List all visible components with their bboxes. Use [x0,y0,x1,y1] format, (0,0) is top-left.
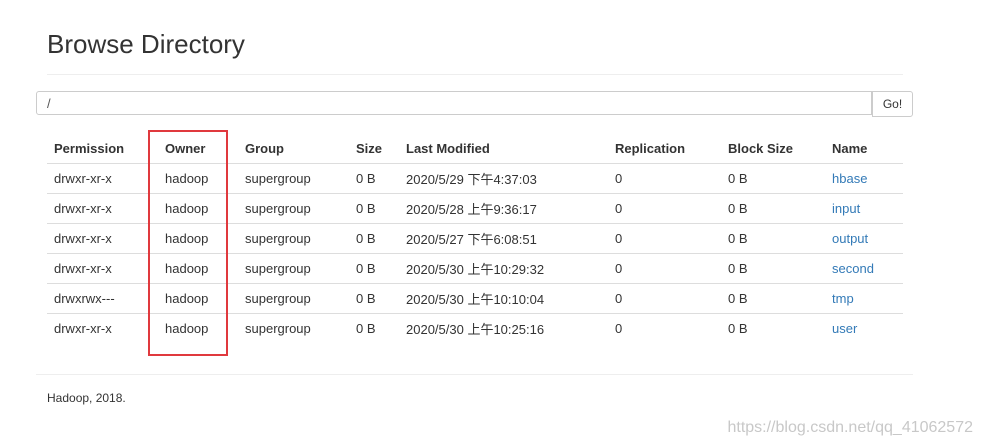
header-permission[interactable]: Permission [47,134,158,164]
cell-name: tmp [825,283,903,314]
directory-link-input[interactable]: input [832,201,860,216]
cell-permission: drwxr-xr-x [47,253,158,284]
cell-last-modified: 2020/5/30 上午10:29:32 [399,253,608,284]
table-row: drwxr-xr-x hadoop supergroup 0 B 2020/5/… [47,223,903,254]
cell-size: 0 B [349,253,399,284]
cell-last-modified: 2020/5/30 上午10:25:16 [406,322,545,337]
cell-group: supergroup [238,163,349,194]
cell-group: supergroup [238,253,349,284]
cell-size: 0 B [349,163,399,194]
cell-block-size: 0 B [721,253,825,284]
cell-replication: 0 [608,223,721,254]
table-row: drwxr-xr-x hadoop supergroup 0 B 2020/5/… [47,163,903,194]
cell-name: input [825,193,903,224]
directory-link-second[interactable]: second [832,261,874,276]
cell-block-size: 0 B [728,321,748,336]
header-block-size[interactable]: Block Size [721,134,825,164]
cell-owner: hadoop [158,223,238,254]
cell-size: 0 B [349,223,399,254]
table-header-row: Permission Owner Group Size Last Modifie… [47,134,903,164]
cell-owner: hadoop [158,163,238,194]
cell-permission: drwxr-xr-x [47,193,158,224]
cell-permission: drwxr-xr-x [47,223,158,254]
directory-link-tmp[interactable]: tmp [832,291,854,306]
cell-group: supergroup [238,223,349,254]
cell-owner: hadoop [158,283,238,314]
cell-group: supergroup [238,193,349,224]
table-row: drwxr-xr-x hadoop supergroup 0 B 2020/5/… [47,314,903,344]
cell-permission: drwxrwx--- [47,283,158,314]
cell-replication: 0 [608,163,721,194]
cell-replication: 0 [608,193,721,224]
cell-last-modified: 2020/5/27 下午6:08:51 [399,223,608,254]
cell-last-modified: 2020/5/28 上午9:36:17 [399,193,608,224]
cell-last-modified: 2020/5/30 上午10:10:04 [399,283,608,314]
page-title: Browse Directory [47,29,245,59]
title-divider [47,74,903,75]
header-last-modified[interactable]: Last Modified [399,134,608,164]
table-row: drwxr-xr-x hadoop supergroup 0 B 2020/5/… [47,253,903,284]
cell-size: 0 B [349,193,399,224]
cell-block-size: 0 B [721,283,825,314]
cell-owner: hadoop [165,321,209,336]
table-row: drwxr-xr-x hadoop supergroup 0 B 2020/5/… [47,193,903,224]
directory-path-input[interactable] [36,91,872,115]
header-size[interactable]: Size [349,134,399,164]
header-group[interactable]: Group [238,134,349,164]
cell-replication: 0 [608,283,721,314]
table-row: drwxrwx--- hadoop supergroup 0 B 2020/5/… [47,283,903,314]
cell-size: 0 B [356,321,376,336]
cell-block-size: 0 B [721,193,825,224]
cell-name: output [825,223,903,254]
footer-text: Hadoop, 2018. [47,391,126,405]
directory-link-output[interactable]: output [832,231,868,246]
header-name[interactable]: Name [825,134,903,164]
directory-table: Permission Owner Group Size Last Modifie… [47,134,903,343]
go-button[interactable]: Go! [872,91,913,117]
cell-owner: hadoop [158,193,238,224]
cell-block-size: 0 B [721,163,825,194]
cell-last-modified: 2020/5/29 下午4:37:03 [399,163,608,194]
cell-name: second [825,253,903,284]
header-replication[interactable]: Replication [608,134,721,164]
cell-group: supergroup [238,283,349,314]
cell-name: hbase [825,163,903,194]
cell-owner: hadoop [158,253,238,284]
cell-name: user [825,314,903,344]
cell-permission: drwxr-xr-x [47,163,158,194]
cell-size: 0 B [349,283,399,314]
header-owner[interactable]: Owner [158,134,238,164]
cell-replication: 0 [615,321,623,336]
cell-group: supergroup [245,321,311,336]
cell-replication: 0 [608,253,721,284]
cell-block-size: 0 B [721,223,825,254]
footer-divider [36,374,913,375]
directory-link-user[interactable]: user [832,321,857,336]
cell-permission: drwxr-xr-x [54,321,112,336]
watermark: https://blog.csdn.net/qq_41062572 [727,419,973,436]
directory-link-hbase[interactable]: hbase [832,171,867,186]
